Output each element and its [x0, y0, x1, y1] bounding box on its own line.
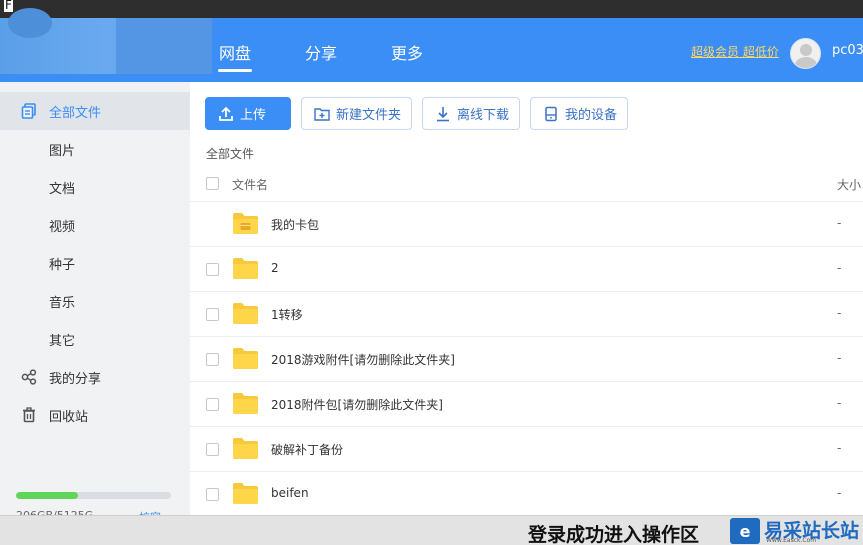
vip-promo-link[interactable]: 超级会员 超低价: [691, 43, 779, 60]
nav-tab-netdisk[interactable]: 网盘: [219, 40, 251, 64]
select-all-checkbox[interactable]: [206, 177, 219, 190]
file-name[interactable]: 破解补丁备份: [271, 441, 343, 458]
caption-text: 登录成功进入操作区: [528, 524, 700, 545]
folder-icon: [232, 392, 259, 415]
device-icon: [543, 106, 559, 122]
upload-icon: [218, 106, 234, 122]
caption-banner: 登录成功进入操作区 e 易采站长站 Www.Easck.Com: [0, 515, 863, 545]
file-size: -: [837, 261, 842, 275]
row-checkbox[interactable]: [206, 443, 219, 456]
upload-label: 上传: [240, 108, 267, 123]
storage-quota-fill: [16, 492, 78, 499]
sidebar-item-torrents[interactable]: 种子: [0, 244, 190, 282]
username-label[interactable]: pc039: [832, 43, 863, 58]
nav-tab-more[interactable]: 更多: [391, 40, 423, 64]
sidebar-item-recycle-bin[interactable]: 回收站: [0, 396, 190, 434]
sidebar-item-all-files[interactable]: 全部文件: [0, 92, 190, 130]
row-checkbox[interactable]: [206, 488, 219, 501]
sidebar-item-label: 文档: [49, 181, 76, 197]
table-row[interactable]: 1转移 -: [190, 292, 863, 337]
window-top-strip: F: [0, 0, 863, 18]
sidebar-item-documents[interactable]: 文档: [0, 168, 190, 206]
offline-download-button[interactable]: 离线下载: [422, 97, 520, 130]
folder-icon: [232, 437, 259, 460]
file-name[interactable]: 2: [271, 261, 279, 275]
sidebar-item-label: 视频: [49, 219, 76, 235]
row-checkbox[interactable]: [206, 308, 219, 321]
logo-area-blurred: [0, 8, 212, 74]
share-icon: [20, 368, 38, 386]
my-devices-label: 我的设备: [565, 108, 618, 123]
watermark-logo: e: [730, 518, 760, 544]
sidebar-item-videos[interactable]: 视频: [0, 206, 190, 244]
folder-icon: [232, 257, 259, 280]
storage-quota-bar: [16, 492, 171, 499]
sidebar-item-my-shares[interactable]: 我的分享: [0, 358, 190, 396]
sidebar-item-label: 图片: [49, 143, 76, 159]
files-icon: [20, 102, 38, 120]
file-size: -: [837, 216, 842, 230]
row-checkbox[interactable]: [206, 398, 219, 411]
sidebar-item-label: 种子: [49, 257, 76, 273]
file-size: -: [837, 306, 842, 320]
table-row[interactable]: 2-: [190, 247, 863, 292]
file-size: -: [837, 396, 842, 410]
my-devices-button[interactable]: 我的设备: [530, 97, 628, 130]
sidebar-item-music[interactable]: 音乐: [0, 282, 190, 320]
folder-icon: [232, 347, 259, 370]
active-tab-indicator: [218, 69, 252, 72]
file-size: -: [837, 441, 842, 455]
download-icon: [435, 106, 451, 122]
file-name[interactable]: 1转移: [271, 306, 303, 323]
file-name[interactable]: beifen: [271, 486, 309, 500]
offline-download-label: 离线下载: [457, 108, 510, 123]
breadcrumb[interactable]: 全部文件: [206, 145, 254, 162]
table-row[interactable]: 我的卡包 -: [190, 202, 863, 247]
stray-character: F: [4, 0, 13, 12]
sidebar-item-label: 全部文件: [49, 105, 102, 121]
watermark-url: Www.Easck.Com: [766, 537, 817, 544]
new-folder-icon: [314, 106, 330, 122]
new-folder-label: 新建文件夹: [336, 108, 402, 123]
sidebar: 全部文件 图片 文档 视频 种子 音乐 其它 我的分享 回收站 206GB/51…: [0, 82, 190, 545]
sidebar-item-label: 音乐: [49, 295, 76, 311]
file-size: -: [837, 351, 842, 365]
sidebar-item-others[interactable]: 其它: [0, 320, 190, 358]
sidebar-item-images[interactable]: 图片: [0, 130, 190, 168]
sidebar-item-label: 我的分享: [49, 371, 102, 387]
upload-button[interactable]: 上传: [205, 97, 291, 130]
file-size: -: [837, 486, 842, 500]
folder-icon: [232, 302, 259, 325]
sidebar-item-label: 其它: [49, 333, 76, 349]
table-row[interactable]: 破解补丁备份 -: [190, 427, 863, 472]
folder-icon: [232, 482, 259, 505]
file-table-header: 文件名 大小: [190, 163, 863, 202]
sidebar-item-label: 回收站: [49, 409, 89, 425]
new-folder-button[interactable]: 新建文件夹: [301, 97, 412, 130]
avatar[interactable]: [790, 38, 821, 69]
trash-icon: [20, 406, 38, 424]
file-name[interactable]: 2018附件包[请勿删除此文件夹]: [271, 396, 443, 413]
row-checkbox[interactable]: [206, 263, 219, 276]
header-bar: 网盘 分享 更多 超级会员 超低价 pc039: [0, 8, 863, 82]
file-name[interactable]: 2018游戏附件[请勿删除此文件夹]: [271, 351, 455, 368]
card-folder-icon: [232, 212, 259, 235]
row-checkbox[interactable]: [206, 353, 219, 366]
nav-tab-share[interactable]: 分享: [305, 40, 337, 64]
table-row[interactable]: 2018游戏附件[请勿删除此文件夹] -: [190, 337, 863, 382]
column-header-size[interactable]: 大小: [837, 176, 861, 193]
table-row[interactable]: 2018附件包[请勿删除此文件夹] -: [190, 382, 863, 427]
table-row[interactable]: beifen -: [190, 472, 863, 517]
file-name[interactable]: 我的卡包: [271, 216, 319, 233]
column-header-name[interactable]: 文件名: [232, 176, 268, 193]
